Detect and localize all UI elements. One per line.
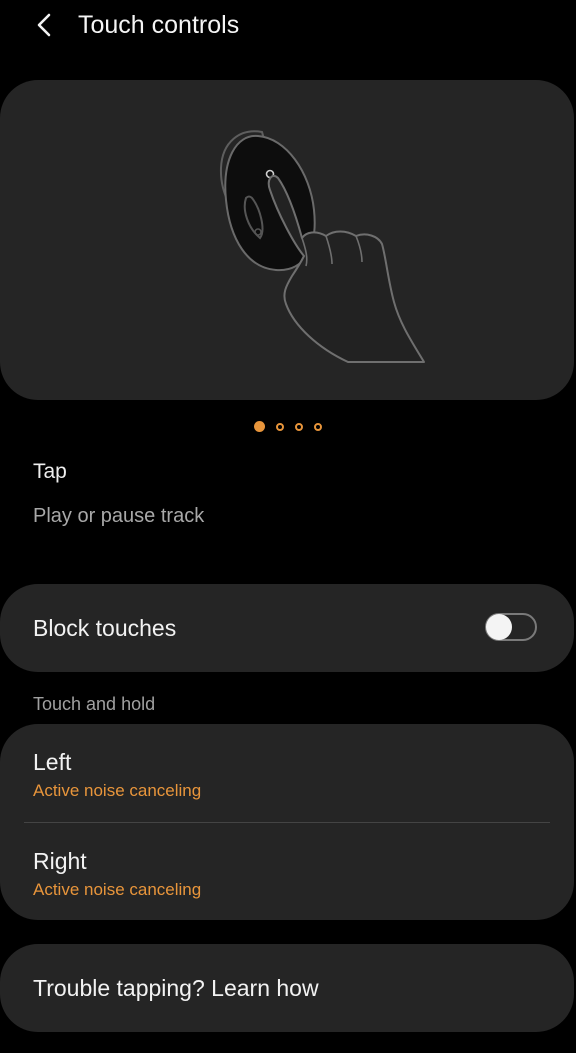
touch-and-hold-card: Left Active noise canceling Right Active… [0,724,574,920]
trouble-tapping-label: Trouble tapping? Learn how [33,975,319,1001]
touch-controls-screen: Touch controls Tap Play or pause track B… [0,0,576,1053]
toggle-knob [486,614,512,640]
block-touches-toggle[interactable] [485,613,537,641]
right-row-title: Right [33,848,87,874]
gesture-description: Play or pause track [33,505,205,527]
illustration-carousel[interactable] [0,80,574,400]
gesture-title: Tap [33,460,67,483]
trouble-tapping-link[interactable]: Trouble tapping? Learn how [0,944,574,1032]
page-dot[interactable] [295,423,303,431]
chevron-left-icon [37,13,51,37]
page-dot[interactable] [314,423,322,431]
page-title: Touch controls [78,11,240,39]
carousel-page-indicator [0,421,576,435]
block-touches-label: Block touches [33,615,177,641]
touch-and-hold-section-header: Touch and hold [33,694,156,714]
earbud-touch-illustration [219,130,425,363]
block-touches-row[interactable]: Block touches [0,584,574,672]
right-earbud-row[interactable]: Right Active noise canceling [0,823,574,921]
page-dot[interactable] [276,423,284,431]
back-button[interactable] [28,8,60,42]
right-row-value: Active noise canceling [33,880,202,899]
left-row-value: Active noise canceling [33,781,202,800]
left-earbud-row[interactable]: Left Active noise canceling [0,724,574,822]
page-dot-active[interactable] [254,421,265,432]
left-row-title: Left [33,749,72,775]
app-bar: Touch controls [0,0,576,50]
